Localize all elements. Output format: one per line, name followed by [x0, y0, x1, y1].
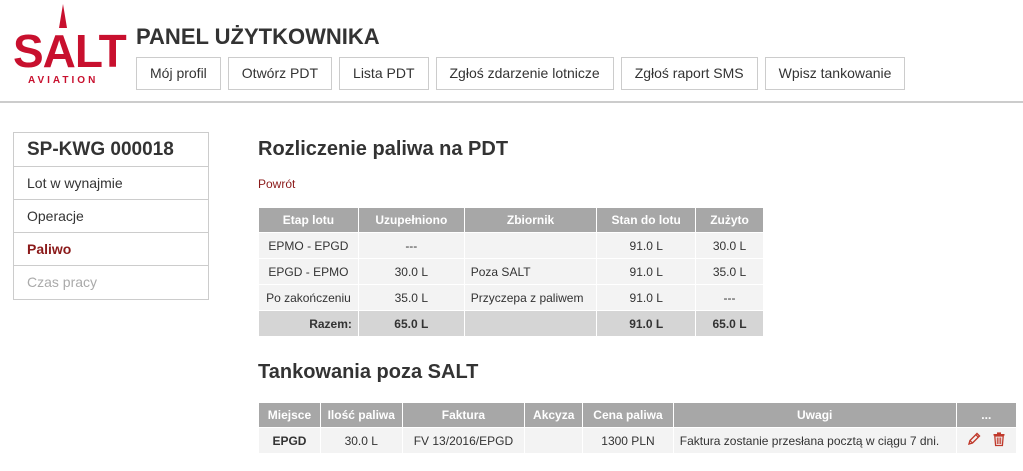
table-row: EPGD - EPMO 30.0 L Poza SALT 91.0 L 35.0… [258, 258, 764, 285]
table-cell: 30.0 L [695, 232, 764, 259]
column-header: Stan do lotu [596, 207, 697, 233]
table-cell: FV 13/2016/EPGD [401, 427, 526, 454]
nav-my-profile-button[interactable]: Mój profil [136, 57, 221, 90]
table-row: EPGD 30.0 L FV 13/2016/EPGD 1300 PLN Fak… [258, 427, 1018, 454]
header-divider [0, 101, 1023, 103]
top-navigation: Mój profil Otwórz PDT Lista PDT Zgłoś zd… [136, 57, 912, 90]
sidebar-item-rental-flight[interactable]: Lot w wynajmie [14, 167, 208, 200]
sidebar-title: SP-KWG 000018 [14, 133, 208, 167]
table-cell: 30.0 L [319, 427, 403, 454]
column-header: Cena paliwa [582, 402, 674, 428]
table-cell: 35.0 L [357, 284, 465, 311]
table-cell: --- [695, 284, 764, 311]
table-cell: Poza SALT [463, 258, 598, 285]
column-header: Miejsce [258, 402, 321, 428]
table-header-row: Miejsce Ilość paliwa Faktura Akcyza Cena… [258, 402, 1018, 428]
outside-refuel-table: Miejsce Ilość paliwa Faktura Akcyza Cena… [258, 402, 1018, 454]
fuel-table: Etap lotu Uzupełniono Zbiornik Stan do l… [258, 207, 764, 337]
table-cell: EPGD - EPMO [258, 258, 359, 285]
sidebar-item-operations[interactable]: Operacje [14, 200, 208, 233]
column-header: Zbiornik [463, 207, 598, 233]
table-cell [463, 310, 598, 337]
table-cell: EPGD [258, 427, 321, 454]
logo-subtext: AVIATION [28, 75, 99, 86]
salt-aviation-logo[interactable]: SALT AVIATION [12, 4, 127, 88]
pencil-icon[interactable] [966, 431, 982, 450]
table-cell: EPMO - EPGD [258, 232, 359, 259]
nav-pdt-list-button[interactable]: Lista PDT [339, 57, 429, 90]
sidebar-item-fuel[interactable]: Paliwo [14, 233, 208, 266]
row-actions [955, 427, 1018, 454]
table-cell: 91.0 L [596, 284, 697, 311]
column-header: Akcyza [524, 402, 584, 428]
fuel-settlement-heading: Rozliczenie paliwa na PDT [258, 138, 509, 160]
total-label: Razem: [258, 310, 359, 337]
table-row: Po zakończeniu 35.0 L Przyczepa z paliwe… [258, 284, 764, 311]
table-cell: 65.0 L [357, 310, 465, 337]
table-cell: 30.0 L [357, 258, 465, 285]
column-header: Uzupełniono [357, 207, 465, 233]
table-cell: Przyczepa z paliwem [463, 284, 598, 311]
table-cell: 65.0 L [695, 310, 764, 337]
column-header: Uwagi [672, 402, 957, 428]
nav-open-pdt-button[interactable]: Otwórz PDT [227, 57, 333, 90]
table-cell: 35.0 L [695, 258, 764, 285]
outside-refuel-heading: Tankowania poza SALT [258, 361, 479, 383]
logo-text: SALT [13, 25, 127, 77]
table-header-row: Etap lotu Uzupełniono Zbiornik Stan do l… [258, 207, 764, 233]
table-cell: 91.0 L [596, 258, 697, 285]
sidebar-item-work-time: Czas pracy [27, 274, 98, 290]
sidebar: SP-KWG 000018 Lot w wynajmie Operacje Pa… [13, 132, 209, 300]
table-cell: --- [357, 232, 465, 259]
column-header: Faktura [401, 402, 526, 428]
column-header: ... [955, 402, 1018, 428]
trash-icon[interactable] [991, 431, 1007, 450]
column-header: Zużyto [695, 207, 764, 233]
table-cell: 1300 PLN [582, 427, 674, 454]
table-row: EPMO - EPGD --- 91.0 L 30.0 L [258, 232, 764, 259]
table-cell: Po zakończeniu [258, 284, 359, 311]
column-header: Ilość paliwa [319, 402, 403, 428]
table-cell: 91.0 L [596, 232, 697, 259]
nav-report-sms-button[interactable]: Zgłoś raport SMS [620, 57, 758, 90]
nav-enter-refuel-button[interactable]: Wpisz tankowanie [764, 57, 906, 90]
table-cell [463, 232, 598, 259]
column-header: Etap lotu [258, 207, 359, 233]
table-cell: Faktura zostanie przesłana pocztą w ciąg… [672, 427, 957, 454]
nav-report-event-button[interactable]: Zgłoś zdarzenie lotnicze [435, 57, 614, 90]
table-cell [524, 427, 584, 454]
back-link[interactable]: Powrót [258, 177, 295, 191]
page-title: PANEL UŻYTKOWNIKA [136, 24, 380, 49]
table-cell: 91.0 L [596, 310, 697, 337]
table-total-row: Razem: 65.0 L 91.0 L 65.0 L [258, 310, 764, 337]
